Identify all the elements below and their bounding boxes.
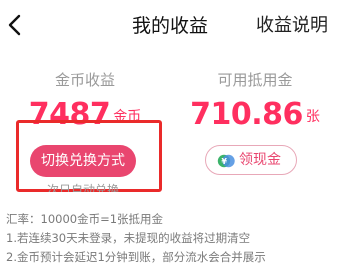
earnings-page: 我的收益 收益说明 金币收益 7487 金币 可用抵用金 710.86 张 切换兑换…: [0, 0, 340, 267]
voucher-value: 710.86: [190, 97, 303, 132]
rule-item: 2.金币预计会延迟1分钟到账，部分流水会合并展示: [6, 250, 266, 264]
claim-cash-button[interactable]: ¥ 领现金: [205, 145, 297, 175]
coin-earnings-label: 金币收益: [54, 71, 115, 89]
highlight-box: [16, 120, 162, 192]
claim-cash-label: 领现金: [239, 152, 281, 168]
top-bar: 我的收益 收益说明: [0, 0, 340, 54]
auto-exchange-note: 次日自动兑换: [46, 183, 119, 192]
voucher-label: 可用抵用金: [217, 71, 293, 89]
rule-item: 1.若连续30天未登录，未提现的收益将过期清空: [6, 231, 251, 245]
svg-text:¥: ¥: [221, 157, 227, 166]
voucher-unit: 张: [305, 109, 320, 125]
rules-section: 汇率：10000金币=1张抵用金 1.若连续30天未登录，未提现的收益将过期清空…: [6, 210, 336, 267]
exchange-rate-text: 汇率：10000金币=1张抵用金: [6, 212, 164, 226]
cash-voucher-icon: ¥: [217, 154, 235, 168]
voucher-value-row: 710.86 张: [170, 98, 340, 132]
earnings-help-link[interactable]: 收益说明: [256, 14, 328, 38]
